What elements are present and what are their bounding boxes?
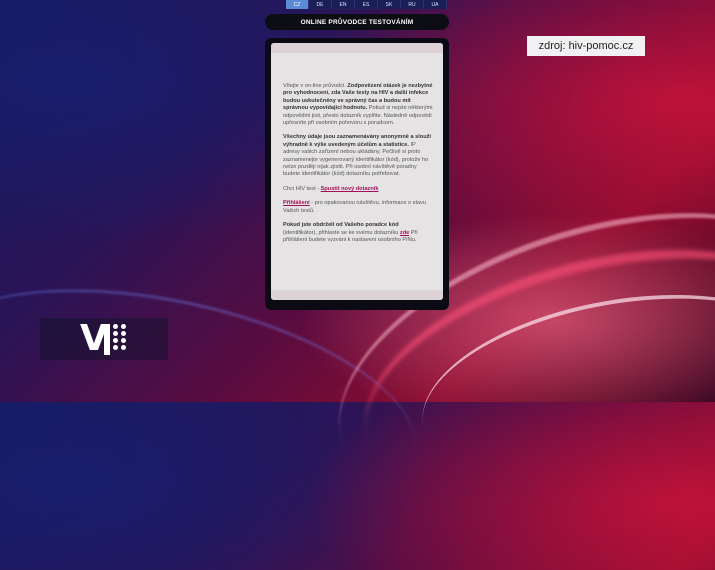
code-paragraph: Pokud jste obdrželi od Vašeho poradce kó… (283, 222, 418, 243)
privacy-paragraph: Všechny údaje jsou zaznamenávány anonymn… (283, 134, 431, 178)
page-title: ONLINE PRŮVODCE TESTOVÁNÍM (265, 14, 449, 30)
login-link[interactable]: Přihlášení (283, 200, 310, 206)
lang-sk[interactable]: SK (378, 0, 401, 9)
lang-en[interactable]: EN (332, 0, 355, 9)
lang-cz[interactable]: CZ (286, 0, 309, 9)
guide-text: Vítejte v on-line průvodci. Zodpovězení … (283, 83, 433, 251)
lang-ua[interactable]: UA (424, 0, 447, 9)
logo-bar (104, 324, 110, 355)
intro-paragraph: Vítejte v on-line průvodci. Zodpovězení … (283, 83, 433, 127)
here-link[interactable]: zde (400, 230, 409, 236)
start-new-questionnaire-link[interactable]: Spustit nový dotazník (321, 186, 379, 192)
start-paragraph: Chci HIV test - Spustit nový dotazník (283, 185, 379, 192)
logo-dots (113, 324, 127, 356)
lang-ru[interactable]: RU (401, 0, 424, 9)
lang-es[interactable]: ES (355, 0, 378, 9)
background-swoosh (407, 266, 715, 518)
lang-de[interactable]: DE (309, 0, 332, 9)
panel-footer-strip (271, 290, 443, 300)
source-caption: zdroj: hiv-pomoc.cz (527, 36, 645, 56)
login-paragraph: Přihlášení - pro opakovanou návštěvu, in… (283, 200, 427, 214)
guide-panel: Vítejte v on-line průvodci. Zodpovězení … (271, 43, 443, 300)
panel-header-strip (271, 43, 443, 53)
channel-logo: V (40, 318, 168, 360)
language-bar: CZ DE EN ES SK RU UA (286, 0, 447, 9)
